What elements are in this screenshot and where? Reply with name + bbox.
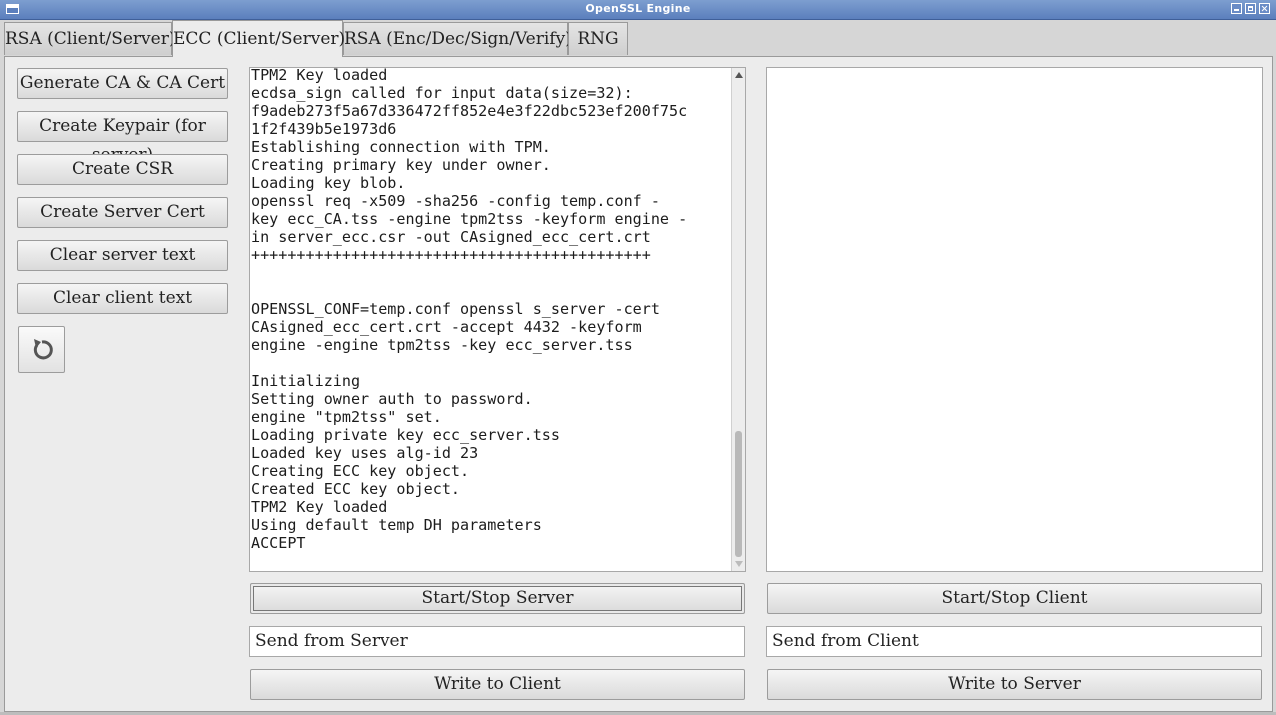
- write-to-client-button[interactable]: Write to Client: [250, 669, 745, 700]
- undo-icon: [33, 339, 53, 360]
- server-log: TPM2 Key loaded ecdsa_sign called for in…: [251, 67, 688, 552]
- client-text-area[interactable]: [766, 67, 1263, 572]
- tab-rsa-client-server[interactable]: RSA (Client/Server): [4, 22, 175, 55]
- server-text-area[interactable]: TPM2 Key loaded ecdsa_sign called for in…: [249, 67, 746, 572]
- minimize-icon[interactable]: [1231, 3, 1242, 14]
- create-csr-button[interactable]: Create CSR: [17, 154, 228, 185]
- create-server-cert-button[interactable]: Create Server Cert: [17, 197, 228, 228]
- scroll-up-icon[interactable]: [735, 72, 743, 78]
- start-stop-server-button[interactable]: Start/Stop Server: [250, 583, 745, 614]
- close-icon[interactable]: [1259, 3, 1270, 14]
- tab-rsa-enc-dec-sign-verify[interactable]: RSA (Enc/Dec/Sign/Verify): [343, 22, 572, 55]
- generate-ca-button[interactable]: Generate CA & CA Cert: [17, 68, 228, 99]
- scrollbar-thumb[interactable]: [735, 431, 742, 557]
- maximize-icon[interactable]: [1245, 3, 1256, 14]
- create-keypair-button[interactable]: Create Keypair (for server): [17, 111, 228, 165]
- clear-server-text-button[interactable]: Clear server text: [17, 240, 228, 271]
- window-controls: [1231, 3, 1270, 14]
- server-scrollbar[interactable]: [731, 68, 745, 571]
- clear-client-text-button[interactable]: Clear client text: [17, 283, 228, 314]
- window-title: OpenSSL Engine: [585, 2, 691, 15]
- undo-button[interactable]: [18, 326, 65, 373]
- scroll-down-icon[interactable]: [735, 561, 743, 567]
- send-from-client-input[interactable]: Send from Client: [766, 626, 1262, 657]
- tab-rng[interactable]: RNG: [568, 22, 628, 55]
- start-stop-client-button[interactable]: Start/Stop Client: [767, 583, 1262, 614]
- title-bar: OpenSSL Engine: [0, 0, 1276, 20]
- write-to-server-button[interactable]: Write to Server: [767, 669, 1262, 700]
- send-from-server-input[interactable]: Send from Server: [249, 626, 745, 657]
- tab-ecc-client-server[interactable]: ECC (Client/Server): [172, 20, 345, 57]
